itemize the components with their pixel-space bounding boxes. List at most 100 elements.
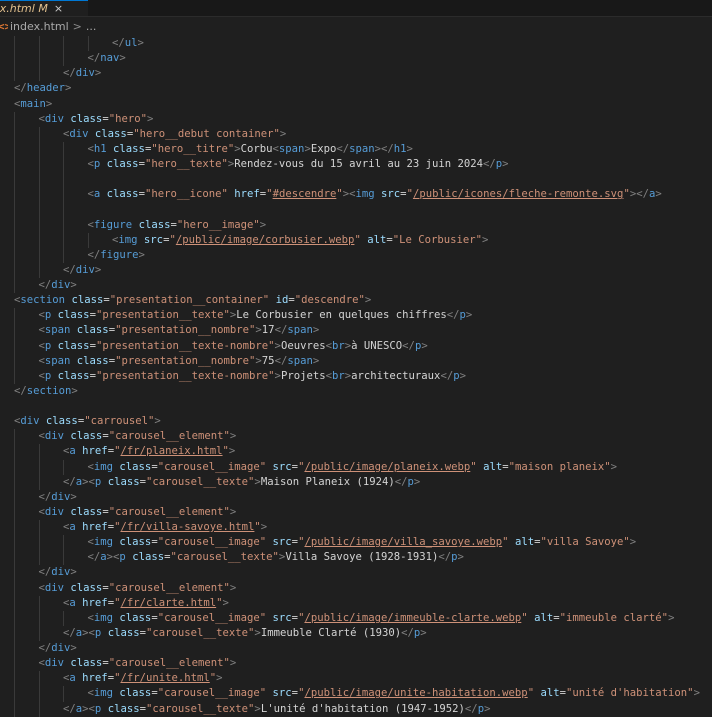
code-token: #descendre — [272, 188, 337, 201]
code-token: div — [51, 642, 71, 654]
code-token: href — [82, 521, 108, 533]
code-line[interactable] — [0, 202, 712, 218]
code-line[interactable]: <a href="/fr/planeix.html"> — [0, 444, 712, 460]
code-text: </a><p class="carousel__texte">Villa Sav… — [88, 550, 464, 565]
code-text: <a href="/fr/clarte.html"> — [63, 596, 229, 611]
code-line[interactable]: </a><p class="carousel__texte">Villa Sav… — [0, 550, 712, 566]
code-line[interactable]: <a class="hero__icone" href="#descendre"… — [0, 187, 712, 203]
code-line[interactable]: </figure> — [0, 247, 712, 263]
code-token: "carousel__element" — [108, 430, 230, 443]
code-line[interactable]: <p class="presentation__texte">Le Corbus… — [0, 308, 712, 324]
code-line[interactable]: </div> — [0, 66, 712, 82]
indent-guide — [38, 535, 40, 551]
code-line[interactable]: <div class="carousel__element"> — [0, 580, 712, 596]
code-token: > — [94, 263, 102, 276]
code-token: div — [75, 263, 95, 276]
code-line[interactable]: <div class="hero"> — [0, 111, 712, 127]
code-line[interactable]: <div class="carousel__element"> — [0, 656, 712, 672]
indent-guide — [14, 550, 15, 566]
code-text: </ul> — [112, 36, 144, 51]
code-token: "carrousel" — [84, 415, 155, 428]
code-editor[interactable]: </ul> </nav> </div> </header> <main> <div cla… — [0, 36, 712, 717]
code-token: > — [312, 324, 320, 337]
code-line[interactable]: </nav> — [0, 51, 712, 67]
code-text: <div class="carousel__element"> — [39, 581, 237, 596]
code-line[interactable]: <p class="presentation__texte-nombre">Oe… — [0, 338, 712, 354]
code-line[interactable]: <img class="carousel__image" src="/publi… — [0, 686, 712, 702]
code-text: <img class="carousel__image" src="/publi… — [88, 460, 618, 475]
code-line[interactable]: </header> — [0, 81, 712, 96]
indent-guide — [14, 504, 15, 520]
code-line[interactable]: </div> — [0, 262, 712, 278]
indent-guide — [38, 262, 40, 278]
code-line[interactable]: <div class="hero__debut container"> — [0, 126, 712, 142]
code-token: </ — [63, 263, 76, 276]
code-line[interactable]: <div class="carrousel"> — [0, 414, 712, 429]
code-line[interactable]: <a href="/fr/clarte.html"> — [0, 595, 712, 611]
code-line[interactable]: <span class="presentation__nombre">75</s… — [0, 353, 712, 369]
breadcrumb-file[interactable]: index.html — [10, 20, 69, 33]
code-line[interactable]: <p class="presentation__texte-nombre">Pr… — [0, 368, 712, 384]
code-token: img — [93, 460, 114, 473]
code-line[interactable] — [0, 399, 712, 414]
code-line[interactable]: </section> — [0, 384, 712, 399]
code-token: div — [44, 112, 65, 125]
code-token: </ — [112, 37, 125, 49]
indent-guide — [63, 535, 64, 551]
code-token: h1 — [93, 142, 107, 155]
code-token: class — [70, 657, 103, 670]
code-line[interactable]: <img class="carousel__image" src="/publi… — [0, 610, 712, 626]
indent-guide — [63, 217, 64, 233]
code-line[interactable]: <a href="/fr/unite.html"> — [0, 671, 712, 687]
code-token: > — [137, 37, 144, 49]
code-token: class — [76, 324, 109, 337]
code-text: </div> — [39, 641, 77, 656]
code-token: class — [119, 687, 152, 700]
code-token: /fr/villa-savoye.html — [120, 521, 255, 533]
code-text: <span class="presentation__nombre">75</s… — [39, 354, 320, 369]
code-line[interactable]: </div> — [0, 641, 712, 657]
code-line[interactable]: <h1 class="hero__titre">Corbu<span>Expo<… — [0, 141, 712, 157]
breadcrumb-separator: > — [72, 19, 82, 33]
code-text: <a href="/fr/villa-savoye.html"> — [63, 520, 267, 535]
code-token: > — [70, 279, 77, 291]
indent-guide — [14, 247, 15, 263]
code-line[interactable]: <img class="carousel__image" src="/publi… — [0, 459, 712, 475]
code-token: ul — [124, 37, 138, 49]
code-token: alt — [534, 611, 554, 624]
code-line[interactable]: <img class="carousel__image" src="/publi… — [0, 535, 712, 551]
code-line[interactable]: </a><p class="carousel__texte">Maison Pl… — [0, 474, 712, 490]
code-token: > — [421, 339, 428, 352]
code-line[interactable]: </ul> — [0, 36, 712, 52]
tab-index-html[interactable]: ex.html M × — [0, 0, 88, 16]
code-line[interactable]: </div> — [0, 278, 712, 294]
code-line[interactable]: <div class="carousel__element"> — [0, 429, 712, 445]
code-line[interactable]: </div> — [0, 565, 712, 581]
code-line[interactable]: <a href="/fr/villa-savoye.html"> — [0, 520, 712, 536]
code-line[interactable]: </div> — [0, 489, 712, 505]
code-token: à UNESCO — [351, 339, 403, 352]
code-line[interactable] — [0, 172, 712, 188]
code-token: </ — [402, 339, 415, 352]
code-line[interactable]: <span class="presentation__nombre">17</s… — [0, 323, 712, 339]
code-line[interactable]: </a><p class="carousel__texte">L'unité d… — [0, 701, 712, 717]
code-token: > — [465, 309, 473, 322]
code-line[interactable]: <figure class="hero__image"> — [0, 217, 712, 233]
code-token: </ — [38, 642, 52, 654]
indent-guide — [38, 51, 40, 67]
indent-guide — [14, 66, 15, 82]
code-line[interactable]: <section class="presentation__container"… — [0, 293, 712, 308]
code-line[interactable]: <div class="carousel__element"> — [0, 504, 712, 520]
close-icon[interactable]: × — [54, 2, 63, 15]
code-token: Oeuvres — [280, 339, 326, 352]
indent-guide — [38, 625, 40, 641]
code-line[interactable]: </a><p class="carousel__texte">Immeuble … — [0, 625, 712, 641]
code-token: h1 — [393, 142, 407, 155]
code-token: "hero__image" — [176, 218, 260, 231]
code-token: "presentation__container" — [109, 294, 270, 307]
indent-guide — [63, 157, 64, 173]
breadcrumb-symbols[interactable]: ... — [86, 20, 97, 33]
code-line[interactable]: <p class="hero__texte">Rendez-vous du 15… — [0, 157, 712, 173]
code-line[interactable]: <img src="/public/image/corbusier.webp" … — [0, 232, 712, 248]
code-line[interactable]: <main> — [0, 97, 712, 112]
